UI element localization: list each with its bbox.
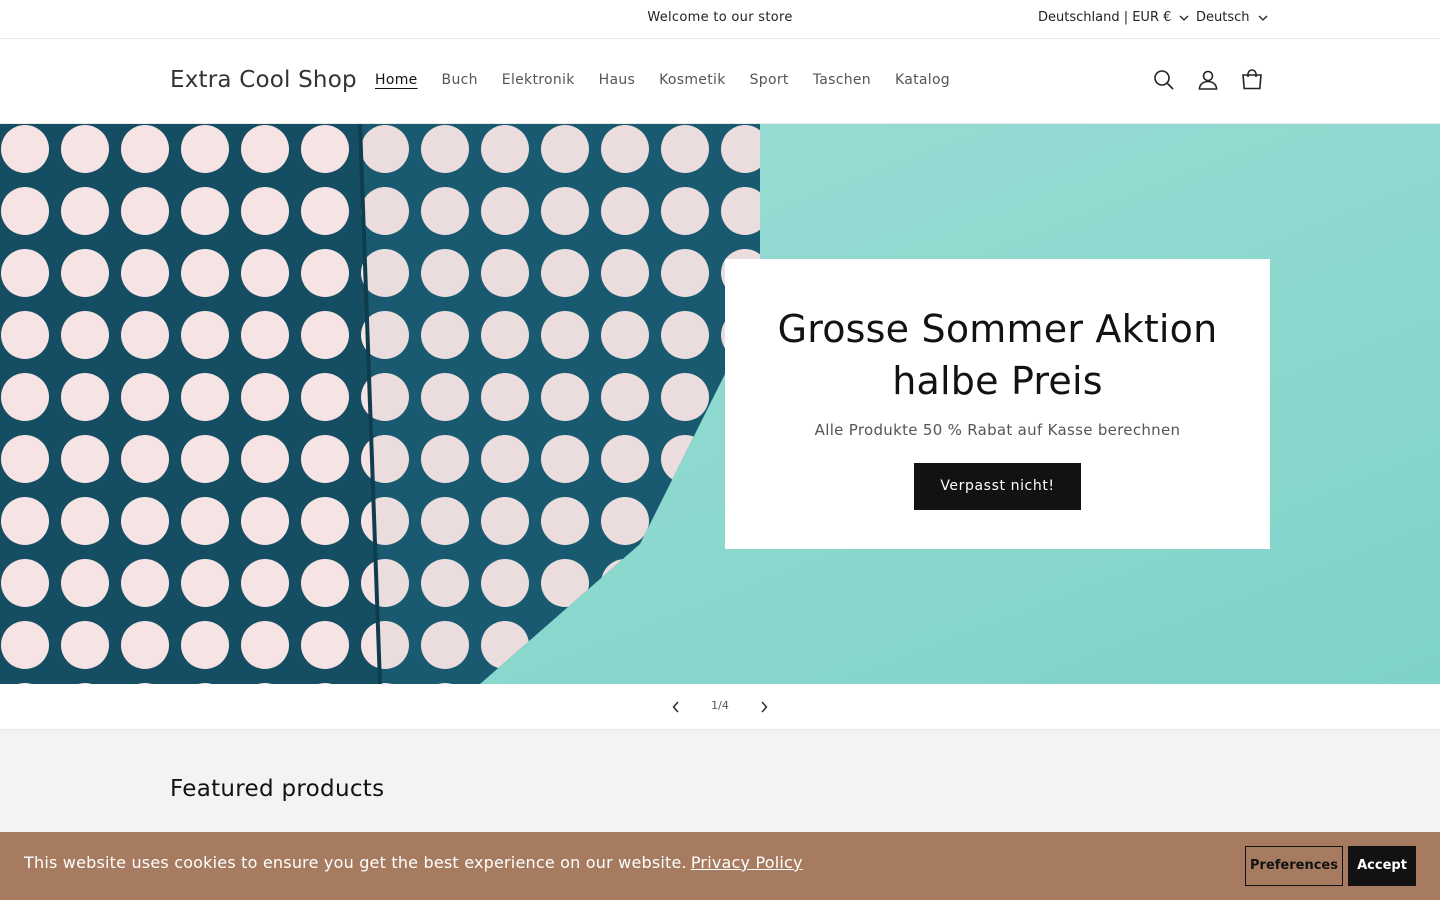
hero-content-box: Grosse Sommer Aktion halbe Preis Alle Pr… <box>725 259 1270 549</box>
nav-item-home[interactable]: Home <box>363 72 430 88</box>
main-nav: Home Buch Elektronik Haus Kosmetik Sport… <box>363 72 962 88</box>
nav-item-katalog[interactable]: Katalog <box>883 72 962 88</box>
hero-subtitle: Alle Produkte 50 % Rabat auf Kasse berec… <box>814 421 1181 439</box>
cart-icon[interactable] <box>1240 68 1264 92</box>
slider-controls: 1/4 <box>0 684 1440 730</box>
account-icon[interactable] <box>1196 68 1220 92</box>
cookie-accept-button[interactable]: Accept <box>1348 846 1416 886</box>
cookie-banner: This website uses cookies to ensure you … <box>0 832 1440 900</box>
chevron-down-icon <box>1258 15 1267 21</box>
store-logo[interactable]: Extra Cool Shop <box>170 67 357 93</box>
chevron-right-icon <box>761 701 768 713</box>
next-slide-button[interactable] <box>753 696 775 718</box>
hero-banner: Grosse Sommer Aktion halbe Preis Alle Pr… <box>0 124 1440 684</box>
country-selector[interactable]: Deutschland | EUR € <box>1038 10 1189 25</box>
announcement-bar: Welcome to our store Deutschland | EUR €… <box>0 0 1440 39</box>
featured-products-title: Featured products <box>170 776 385 802</box>
hero-title-line2: halbe Preis <box>892 359 1103 403</box>
country-label: Deutschland | EUR € <box>1038 10 1172 25</box>
hero-title-line1: Grosse Sommer Aktion <box>777 307 1218 351</box>
site-header: Extra Cool Shop Home Buch Elektronik Hau… <box>0 39 1440 124</box>
nav-item-haus[interactable]: Haus <box>587 72 647 88</box>
chevron-down-icon <box>1179 15 1189 21</box>
language-label: Deutsch <box>1196 10 1250 25</box>
cookie-preferences-button[interactable]: Preferences <box>1245 846 1343 886</box>
nav-item-sport[interactable]: Sport <box>738 72 801 88</box>
search-icon[interactable] <box>1152 68 1176 92</box>
cookie-message-text: This website uses cookies to ensure you … <box>24 853 687 872</box>
chevron-left-icon <box>672 701 679 713</box>
cookie-message: This website uses cookies to ensure you … <box>24 853 803 872</box>
previous-slide-button[interactable] <box>665 696 687 718</box>
nav-item-taschen[interactable]: Taschen <box>801 72 883 88</box>
hero-title: Grosse Sommer Aktion halbe Preis <box>725 303 1270 407</box>
privacy-policy-link[interactable]: Privacy Policy <box>691 853 803 872</box>
slide-counter: 1/4 <box>711 699 729 712</box>
nav-item-buch[interactable]: Buch <box>430 72 490 88</box>
hero-cta-button[interactable]: Verpasst nicht! <box>914 463 1081 510</box>
nav-item-kosmetik[interactable]: Kosmetik <box>647 72 737 88</box>
nav-item-elektronik[interactable]: Elektronik <box>490 72 587 88</box>
language-selector[interactable]: Deutsch <box>1196 10 1268 25</box>
